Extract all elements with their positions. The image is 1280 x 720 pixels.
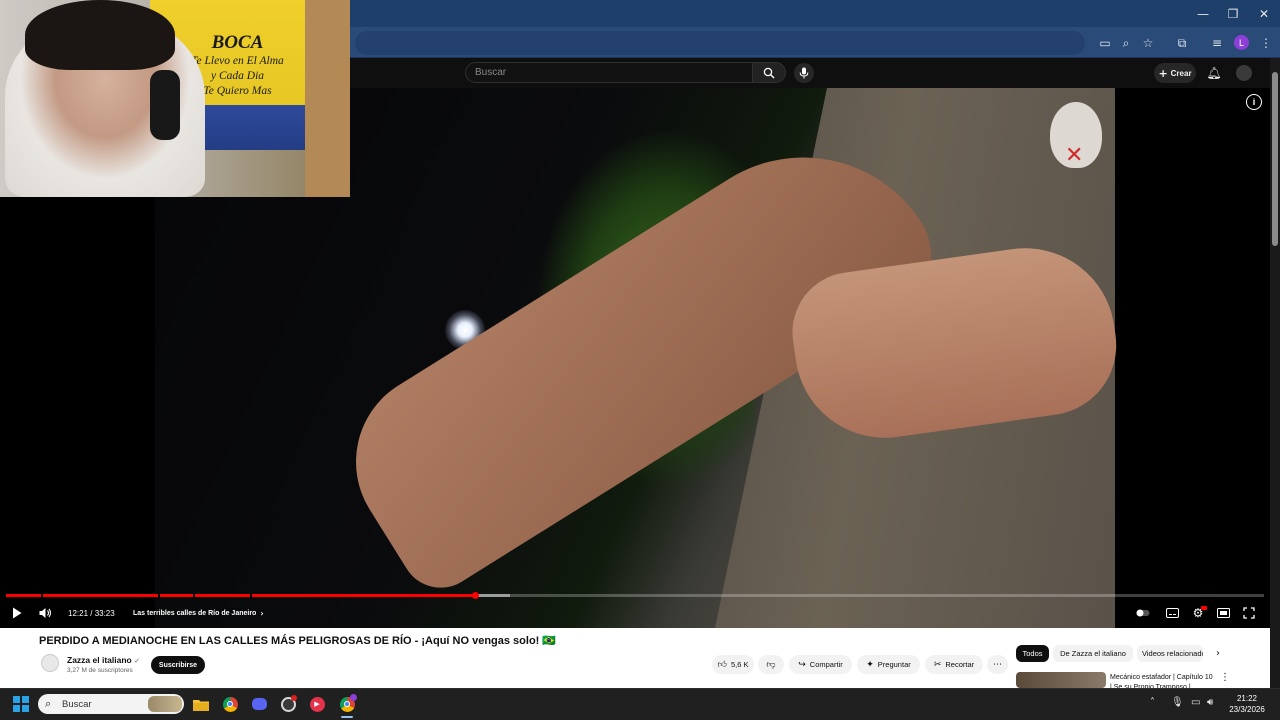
subscriber-count: 3,27 M de suscriptores <box>67 667 133 674</box>
chevron-right-icon[interactable]: › <box>1210 645 1226 662</box>
like-button[interactable]: 👍︎ 5,6 K <box>712 655 754 674</box>
verified-badge-icon: ✓ <box>134 657 140 665</box>
voice-search-button[interactable] <box>794 63 814 83</box>
create-label: Crear <box>1170 68 1192 78</box>
recommendation-thumbnail[interactable] <box>1016 672 1106 688</box>
channel-avatar[interactable] <box>41 654 59 672</box>
thumbs-up-icon: 👍︎ <box>717 659 727 670</box>
zoom-icon[interactable]: ⌕ <box>1116 33 1136 53</box>
headset <box>150 70 180 140</box>
thumbs-down-icon: 👎︎ <box>766 659 776 670</box>
clock-time: 21:22 <box>1236 694 1258 703</box>
progress-played <box>6 594 475 597</box>
fullscreen-icon <box>1243 607 1255 619</box>
scrollbar-thumb[interactable] <box>1272 72 1278 246</box>
search-button[interactable] <box>752 62 786 83</box>
create-button[interactable]: + Crear <box>1154 63 1196 83</box>
clip-label: Recortar <box>945 660 975 669</box>
video-title: PERDIDO A MEDIANOCHE EN LAS CALLES MÁS P… <box>39 635 557 647</box>
profile-avatar[interactable]: L <box>1234 35 1249 50</box>
time-display: 12:21 / 33:23 <box>68 608 115 618</box>
chip-all[interactable]: Todos <box>1016 645 1049 662</box>
chip-related[interactable]: Videos relacionados <box>1137 645 1203 662</box>
obs-icon[interactable] <box>277 694 299 714</box>
recommendation-title[interactable]: Mecánico estafador | Capítulo 10 | Se su… <box>1110 673 1214 688</box>
sparkle-icon: ✦ <box>866 659 874 670</box>
share-label: Compartir <box>809 660 843 669</box>
more-actions-button[interactable]: ⋯ <box>987 655 1008 674</box>
bookmark-star-icon[interactable]: ☆ <box>1138 33 1158 53</box>
subtitles-icon <box>1165 608 1179 618</box>
play-button[interactable] <box>9 604 25 622</box>
ask-button[interactable]: ✦ Preguntar <box>857 655 920 674</box>
chip-from-channel[interactable]: De Zazza el italiano <box>1053 645 1133 662</box>
autoplay-toggle[interactable] <box>1136 604 1150 622</box>
chapter-divider <box>250 594 252 597</box>
channel-name-label: Zazza el italiano <box>67 655 132 665</box>
notifications-bell-icon[interactable]: 🔔︎ <box>1205 64 1223 82</box>
chapter-divider <box>193 594 195 597</box>
share-button[interactable]: ↪ Compartir <box>789 655 852 674</box>
media-controls-icon[interactable]: ≡ <box>1207 33 1227 53</box>
volume-icon <box>39 608 51 618</box>
volume-tray-icon[interactable]: 🔊︎ <box>1207 697 1213 708</box>
hd-badge <box>1201 606 1207 610</box>
search-icon: ⌕ <box>45 697 52 710</box>
network-icon[interactable]: ▭ <box>1191 697 1200 708</box>
close-button[interactable]: ✕ <box>1249 0 1279 27</box>
chapter-title[interactable]: Las terribles calles de Río de Janeiro › <box>133 604 264 622</box>
chapter-divider <box>41 594 43 597</box>
search-input[interactable]: Buscar <box>465 62 753 83</box>
theater-mode-icon <box>1216 608 1230 618</box>
wood-panel <box>305 0 350 197</box>
discord-icon[interactable] <box>248 694 270 714</box>
restore-button[interactable]: ❐ <box>1218 0 1248 27</box>
chapter-title-label: Las terribles calles de Río de Janeiro <box>133 609 257 617</box>
subtitles-button[interactable] <box>1163 604 1181 622</box>
active-app-indicator <box>341 716 353 718</box>
autoplay-toggle-icon <box>1136 609 1150 617</box>
webcam-overlay: BOCA Te Llevo en El Alma y Cada Dia Te Q… <box>0 0 350 197</box>
fullscreen-button[interactable] <box>1240 604 1258 622</box>
channel-name[interactable]: Zazza el italiano ✓ <box>67 655 140 665</box>
cast-icon[interactable]: ▭ <box>1095 33 1115 53</box>
chrome-profile-icon[interactable] <box>336 694 358 714</box>
share-icon: ↪ <box>798 659 806 670</box>
windows-start-icon[interactable] <box>13 696 29 712</box>
video-app-icon[interactable]: ▶ <box>306 694 328 714</box>
clip-button[interactable]: ✂ Recortar <box>925 655 983 674</box>
file-explorer-icon[interactable] <box>190 694 212 714</box>
clock-date: 23/3/2026 <box>1229 705 1265 714</box>
plus-icon: + <box>1158 66 1168 80</box>
watermark-x-mark: ✕ <box>1065 143 1084 168</box>
subscribe-button[interactable]: Suscribirse <box>151 656 205 674</box>
tray-overflow-icon[interactable]: ˄ <box>1150 697 1155 708</box>
search-icon <box>763 67 775 78</box>
theater-mode-button[interactable] <box>1214 604 1232 622</box>
browser-menu-icon[interactable]: ⋮ <box>1256 33 1276 53</box>
extensions-icon[interactable]: ⧉ <box>1172 33 1192 53</box>
address-bar[interactable] <box>355 31 1085 55</box>
more-horizontal-icon: ⋯ <box>993 659 1002 670</box>
minimize-button[interactable]: — <box>1188 0 1218 27</box>
microphone-icon <box>799 67 809 79</box>
streamer-hair <box>25 0 175 70</box>
scrubber-handle[interactable] <box>472 592 479 599</box>
account-avatar[interactable] <box>1236 65 1252 81</box>
like-count: 5,6 K <box>730 660 749 669</box>
chrome-icon[interactable] <box>219 694 241 714</box>
chevron-right-icon: › <box>260 608 264 618</box>
info-icon[interactable]: i <box>1246 94 1262 110</box>
play-icon <box>13 607 22 619</box>
ask-label: Preguntar <box>877 660 911 669</box>
chapter-divider <box>158 594 160 597</box>
scissors-icon: ✂ <box>933 659 942 670</box>
system-clock[interactable]: 21:22 23/3/2026 <box>1224 693 1270 715</box>
search-highlight-image <box>148 696 182 712</box>
recommendation-more-icon[interactable]: ⋮ <box>1220 672 1230 683</box>
microphone-tray-icon[interactable]: 🎙︎ <box>1171 697 1184 708</box>
volume-button[interactable] <box>36 604 54 622</box>
dislike-button[interactable]: 👎︎ <box>758 655 784 674</box>
